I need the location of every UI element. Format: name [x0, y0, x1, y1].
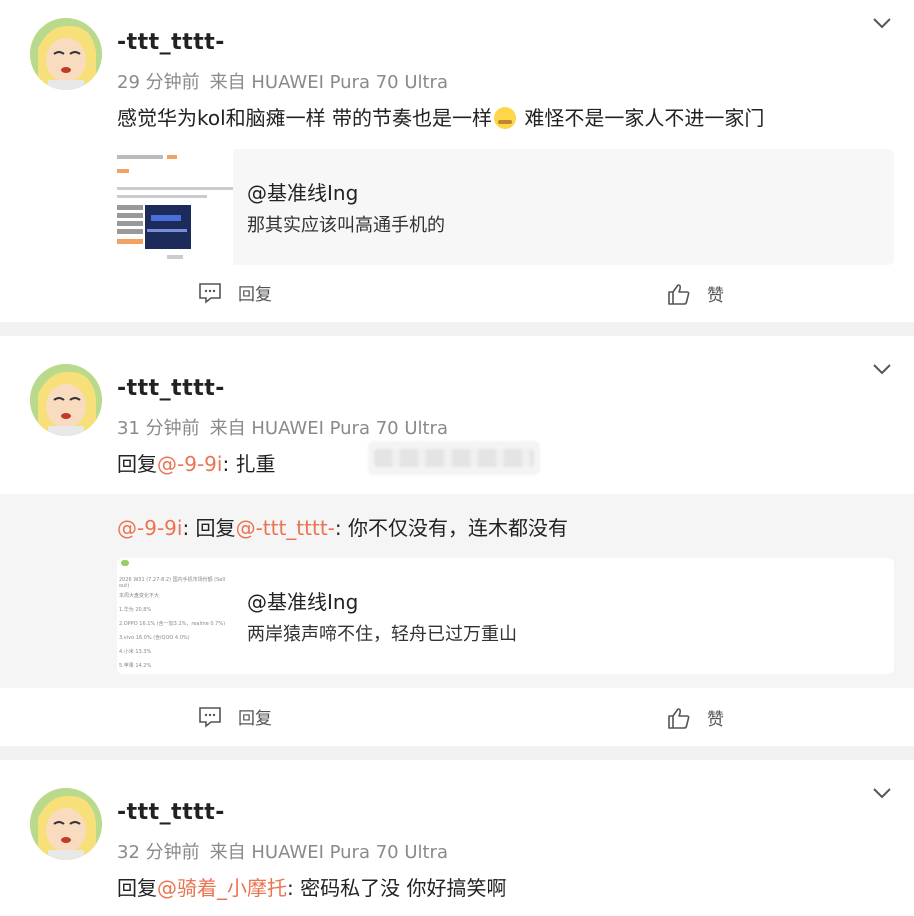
- source-device: 来自 HUAWEI Pura 70 Ultra: [209, 418, 448, 439]
- thumb-line: 4.小米 13.3%: [119, 649, 152, 655]
- quoted-post[interactable]: @基准线Ing 那其实应该叫高通手机的: [117, 149, 894, 265]
- redacted-region: [368, 441, 540, 475]
- post-meta: 32 分钟前 来自 HUAWEI Pura 70 Ultra: [117, 838, 458, 864]
- parent-comment[interactable]: @-9-9i: 回复@-ttt_tttt-: 你不仅没有，连木都没有 2026 …: [0, 494, 914, 688]
- thumb-line: 2.OPPO 16.1% (含一加3.1%，realme 0.7%): [119, 621, 226, 627]
- quote-text: 那其实应该叫高通手机的: [247, 215, 445, 236]
- comment-text: 感觉华为kol和脑瘫一样 带的节奏也是一样 难怪不是一家人不进一家门: [117, 106, 765, 130]
- mention-link[interactable]: @-ttt_tttt-: [236, 516, 335, 540]
- post-meta: 29 分钟前 来自 HUAWEI Pura 70 Ultra: [117, 68, 458, 94]
- source-device: 来自 HUAWEI Pura 70 Ultra: [209, 842, 448, 863]
- comment-text: 回复@骑着_小摩托: 密码私了没 你好搞笑啊: [117, 876, 507, 900]
- username[interactable]: -ttt_tttt-: [117, 376, 225, 401]
- chevron-down-icon[interactable]: [872, 16, 892, 30]
- chevron-down-icon[interactable]: [872, 362, 892, 376]
- timestamp: 29 分钟前: [117, 72, 200, 93]
- quoted-post[interactable]: 2026 W31 (7.27-8.2) 国内手机市场份额 (Sell out) …: [117, 558, 894, 674]
- quote-thumbnail: 2026 W31 (7.27-8.2) 国内手机市场份额 (Sell out) …: [117, 558, 233, 674]
- timestamp: 32 分钟前: [117, 842, 200, 863]
- comment-icon: [199, 706, 221, 728]
- avatar[interactable]: [30, 18, 102, 90]
- thumb-line: 2026 W31 (7.27-8.2) 国内手机市场份额 (Sell out): [119, 577, 226, 589]
- username[interactable]: -ttt_tttt-: [117, 800, 225, 825]
- comment-card: -ttt_tttt- 29 分钟前 来自 HUAWEI Pura 70 Ultra…: [0, 0, 914, 322]
- username[interactable]: -ttt_tttt-: [117, 30, 225, 55]
- reply-button[interactable]: 回复: [198, 280, 272, 305]
- like-button[interactable]: 赞: [667, 705, 724, 730]
- quote-thumbnail: [117, 149, 233, 265]
- comment-text: 回复@-9-9i: 扎重: [117, 452, 276, 476]
- quote-author[interactable]: @基准线Ing: [247, 177, 358, 206]
- thumb-line: 本周大盘变化不大: [119, 593, 160, 599]
- reply-button[interactable]: 回复: [198, 704, 272, 729]
- avatar[interactable]: [30, 364, 102, 436]
- timestamp: 31 分钟前: [117, 418, 200, 439]
- laugh-emoji-icon: [494, 107, 517, 129]
- avatar[interactable]: [30, 788, 102, 860]
- source-device: 来自 HUAWEI Pura 70 Ultra: [209, 72, 448, 93]
- quote-text: 两岸猿声啼不住，轻舟已过万重山: [247, 624, 517, 645]
- thumbs-up-icon: [668, 707, 690, 729]
- mention-link[interactable]: @骑着_小摩托: [157, 876, 287, 900]
- comment-icon: [199, 282, 221, 304]
- chevron-down-icon[interactable]: [872, 786, 892, 800]
- thumb-line: 5.苹果 14.2%: [119, 663, 152, 669]
- parent-comment-text: @-9-9i: 回复@-ttt_tttt-: 你不仅没有，连木都没有: [117, 516, 568, 540]
- like-button[interactable]: 赞: [667, 281, 724, 306]
- post-meta: 31 分钟前 来自 HUAWEI Pura 70 Ultra: [117, 414, 458, 440]
- quote-author[interactable]: @基准线Ing: [247, 586, 358, 615]
- thumbs-up-icon: [668, 283, 690, 305]
- comment-card: -ttt_tttt- 31 分钟前 来自 HUAWEI Pura 70 Ultra…: [0, 336, 914, 746]
- mention-link[interactable]: @-9-9i: [157, 452, 222, 476]
- thumb-line: 1.华为 20.8%: [119, 607, 152, 613]
- thumb-line: 3.vivo 16.0% (含iQOO 4.0%): [119, 635, 190, 641]
- comment-card: -ttt_tttt- 32 分钟前 来自 HUAWEI Pura 70 Ultra…: [0, 760, 914, 916]
- mention-link[interactable]: @-9-9i: [117, 516, 182, 540]
